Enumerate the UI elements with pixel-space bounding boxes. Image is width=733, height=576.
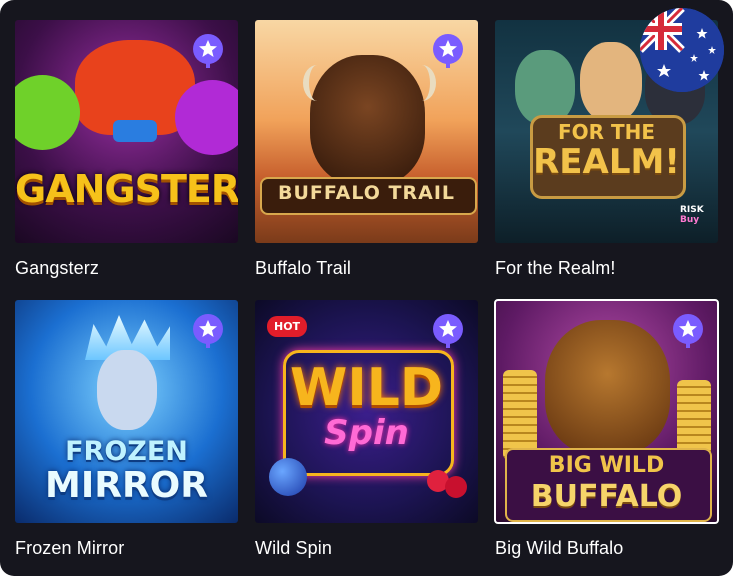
game-card-buffalo-trail[interactable]: BUFFALO TRAIL Buffalo Trail	[255, 20, 478, 278]
game-logo: BUFFALO	[530, 479, 683, 514]
planet-art	[269, 458, 307, 496]
horn-art	[303, 65, 331, 101]
game-title[interactable]: Big Wild Buffalo	[495, 538, 623, 559]
game-thumbnail[interactable]: BIG WILD BUFFALO	[494, 299, 719, 524]
coin-stack-art	[503, 370, 537, 460]
game-thumbnail[interactable]: GANGSTERZ	[15, 20, 238, 243]
character-art	[515, 50, 575, 125]
risk-buy-badge: RISK Buy	[680, 205, 704, 226]
game-grid-panel: GANGSTERZ Gangsterz BUFFALO TRAIL Buffal…	[0, 0, 733, 576]
game-logo: Spin	[324, 413, 409, 453]
star-badge-icon[interactable]	[192, 313, 224, 349]
cherry-art	[445, 476, 467, 498]
game-card-frozen-mirror[interactable]: FROZEN MIRROR Frozen Mirror	[15, 300, 238, 558]
game-card-big-wild-buffalo[interactable]: BIG WILD BUFFALO Big Wild Buffalo	[494, 299, 719, 558]
buffalo-art	[545, 320, 670, 455]
game-title[interactable]: Wild Spin	[255, 538, 332, 559]
game-thumbnail[interactable]: FROZEN MIRROR	[15, 300, 238, 523]
game-logo: WILD	[289, 358, 443, 418]
game-logo: BUFFALO TRAIL	[277, 182, 456, 204]
game-logo: GANGSTERZ	[15, 167, 238, 211]
character-art	[175, 80, 238, 155]
game-card-gangsterz[interactable]: GANGSTERZ Gangsterz	[15, 20, 238, 278]
game-title[interactable]: For the Realm!	[495, 258, 615, 279]
game-title[interactable]: Gangsterz	[15, 258, 99, 279]
character-art	[580, 42, 642, 122]
game-logo: MIRROR	[45, 465, 208, 506]
game-logo: REALM!	[533, 142, 680, 182]
character-art	[15, 75, 80, 150]
game-title[interactable]: Buffalo Trail	[255, 258, 351, 279]
game-thumbnail[interactable]: BUFFALO TRAIL	[255, 20, 478, 243]
game-card-wild-spin[interactable]: HOT WILD Spin Wild Spin	[255, 300, 478, 558]
game-logo: FOR THE	[557, 120, 656, 144]
horn-art	[408, 65, 436, 101]
star-badge-icon[interactable]	[192, 33, 224, 69]
star-badge-icon[interactable]	[432, 313, 464, 349]
buy-label: Buy	[680, 214, 700, 225]
hot-badge: HOT	[267, 316, 308, 337]
australia-flag-icon	[640, 8, 724, 92]
game-title[interactable]: Frozen Mirror	[15, 538, 124, 559]
bowtie-art	[113, 120, 157, 142]
character-art	[97, 350, 157, 430]
star-badge-icon[interactable]	[432, 33, 464, 69]
game-logo: BIG WILD	[548, 453, 665, 478]
star-badge-icon[interactable]	[672, 313, 704, 349]
game-thumbnail[interactable]: HOT WILD Spin	[255, 300, 478, 523]
game-logo: FROZEN	[65, 436, 188, 467]
